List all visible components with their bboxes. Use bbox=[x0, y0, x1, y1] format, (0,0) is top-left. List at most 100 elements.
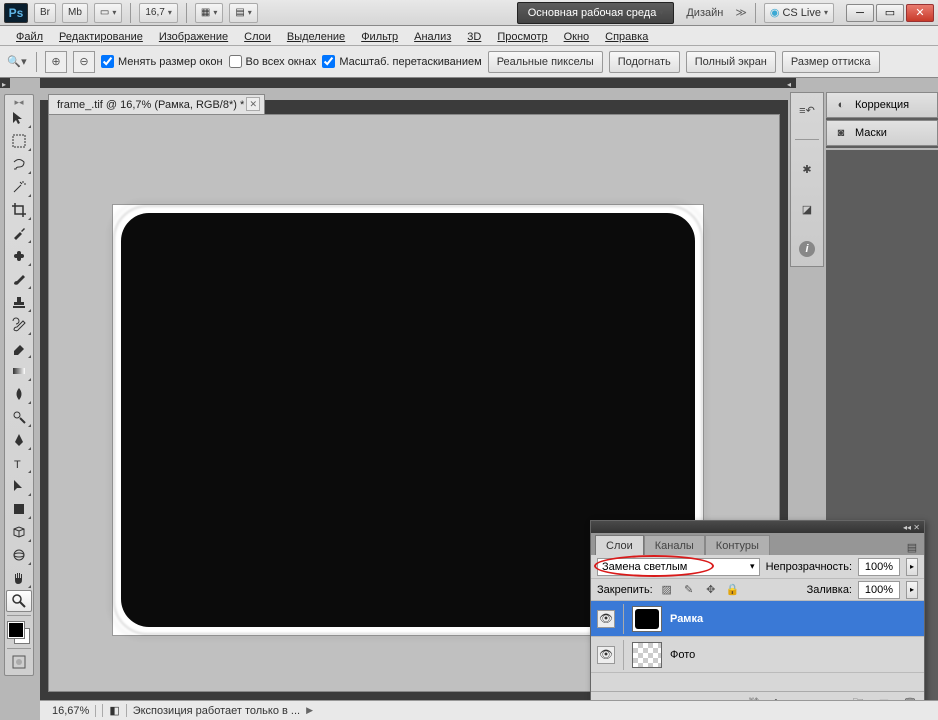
full-screen-button[interactable]: Полный экран bbox=[686, 51, 776, 73]
left-dock-collapse[interactable] bbox=[0, 78, 10, 88]
opacity-flyout[interactable]: ▸ bbox=[906, 558, 918, 576]
panel-masks[interactable]: ◙ Маски bbox=[826, 120, 938, 146]
heal-tool[interactable] bbox=[6, 245, 32, 267]
actual-pixels-button[interactable]: Реальные пикселы bbox=[488, 51, 603, 73]
menu-window[interactable]: Окно bbox=[556, 27, 598, 45]
layer-row-1[interactable]: 👁 Рамка bbox=[591, 601, 924, 637]
workspace-design[interactable]: Дизайн bbox=[680, 7, 729, 19]
right-dock-collapse[interactable] bbox=[786, 78, 796, 88]
tool-preset-icon[interactable]: 🔍▾ bbox=[6, 51, 28, 73]
extra-menu[interactable]: ▤ bbox=[229, 3, 257, 23]
minimize-button[interactable]: ─ bbox=[846, 4, 874, 22]
layer-row-2[interactable]: 👁 Фото bbox=[591, 637, 924, 673]
document-tab[interactable]: frame_.tif @ 16,7% (Рамка, RGB/8*) * ✕ bbox=[48, 94, 265, 114]
workspace-more-icon[interactable]: ≫ bbox=[735, 6, 747, 19]
hand-tool[interactable] bbox=[6, 567, 32, 589]
stamp-tool[interactable] bbox=[6, 291, 32, 313]
tab-channels[interactable]: Каналы bbox=[644, 535, 705, 555]
navigator-icon[interactable]: ✱ bbox=[796, 158, 818, 180]
shape-tool[interactable] bbox=[6, 498, 32, 520]
layer-visibility-icon[interactable]: 👁 bbox=[597, 646, 615, 664]
zoom-in-icon[interactable]: ⊕ bbox=[45, 51, 67, 73]
eyedropper-tool[interactable] bbox=[6, 222, 32, 244]
resize-windows-check[interactable]: Менять размер окон bbox=[101, 55, 223, 68]
tab-paths[interactable]: Контуры bbox=[705, 535, 770, 555]
lock-position-icon[interactable]: ✥ bbox=[703, 582, 719, 598]
app-logo: Ps bbox=[4, 3, 28, 23]
menu-image[interactable]: Изображение bbox=[151, 27, 236, 45]
bridge-button[interactable]: Br bbox=[34, 3, 56, 23]
brush-tool[interactable] bbox=[6, 268, 32, 290]
zoom-level-menu[interactable]: 16,7 bbox=[139, 3, 177, 23]
lasso-tool[interactable] bbox=[6, 153, 32, 175]
marquee-tool[interactable] bbox=[6, 130, 32, 152]
tab-layers[interactable]: Слои bbox=[595, 535, 644, 555]
fg-color-swatch[interactable] bbox=[8, 622, 24, 638]
zoom-out-icon[interactable]: ⊖ bbox=[73, 51, 95, 73]
print-size-button[interactable]: Размер оттиска bbox=[782, 51, 880, 73]
status-info: Экспозиция работает только в ... bbox=[133, 705, 300, 717]
workspace-primary[interactable]: Основная рабочая среда bbox=[517, 2, 675, 24]
panel-titlebar[interactable]: ◂◂ ✕ bbox=[591, 521, 924, 533]
cslive-button[interactable]: ◉CS Live bbox=[764, 3, 834, 23]
blend-mode-select[interactable]: Замена светлым bbox=[597, 558, 760, 576]
dodge-tool[interactable] bbox=[6, 406, 32, 428]
scrubby-zoom-check[interactable]: Масштаб. перетаскиванием bbox=[322, 55, 481, 68]
info-icon[interactable]: i bbox=[796, 238, 818, 260]
status-icon[interactable]: ◧ bbox=[102, 704, 126, 717]
crop-tool[interactable] bbox=[6, 199, 32, 221]
fill-flyout[interactable]: ▸ bbox=[906, 581, 918, 599]
screen-mode-menu[interactable]: ▭ bbox=[94, 3, 122, 23]
path-select-tool[interactable] bbox=[6, 475, 32, 497]
lock-pixels-icon[interactable]: ✎ bbox=[681, 582, 697, 598]
menu-analysis[interactable]: Анализ bbox=[406, 27, 459, 45]
menu-view[interactable]: Просмотр bbox=[489, 27, 555, 45]
move-tool[interactable] bbox=[6, 107, 32, 129]
pen-tool[interactable] bbox=[6, 429, 32, 451]
3d-camera-tool[interactable] bbox=[6, 544, 32, 566]
tab-close-icon[interactable]: ✕ bbox=[246, 97, 260, 111]
panel-tabs: Слои Каналы Контуры ▤ bbox=[591, 533, 924, 555]
menu-edit[interactable]: Редактирование bbox=[51, 27, 151, 45]
minibridge-button[interactable]: Mb bbox=[62, 3, 88, 23]
tools-grip[interactable]: ▸◂ bbox=[14, 97, 23, 107]
panel-adjustments[interactable]: ◐ Коррекция bbox=[826, 92, 938, 118]
history-icon[interactable]: ≡↶ bbox=[796, 99, 818, 121]
menu-help[interactable]: Справка bbox=[597, 27, 656, 45]
fill-input[interactable]: 100% bbox=[858, 581, 900, 599]
color-swatches[interactable] bbox=[6, 620, 32, 646]
histogram-icon[interactable]: ◪ bbox=[796, 198, 818, 220]
fit-screen-button[interactable]: Подогнать bbox=[609, 51, 680, 73]
menu-3d[interactable]: 3D bbox=[459, 27, 489, 45]
layer-name[interactable]: Рамка bbox=[670, 613, 703, 625]
close-button[interactable]: ✕ bbox=[906, 4, 934, 22]
3d-tool[interactable] bbox=[6, 521, 32, 543]
menu-select[interactable]: Выделение bbox=[279, 27, 353, 45]
status-menu-icon[interactable]: ▶ bbox=[306, 705, 313, 716]
blur-tool[interactable] bbox=[6, 383, 32, 405]
layer-visibility-icon[interactable]: 👁 bbox=[597, 610, 615, 628]
wand-tool[interactable] bbox=[6, 176, 32, 198]
layer-name[interactable]: Фото bbox=[670, 649, 695, 661]
opacity-input[interactable]: 100% bbox=[858, 558, 900, 576]
quickmask-toggle[interactable] bbox=[6, 651, 32, 673]
maximize-button[interactable]: ▭ bbox=[876, 4, 904, 22]
all-windows-check[interactable]: Во всех окнах bbox=[229, 55, 317, 68]
menu-layer[interactable]: Слои bbox=[236, 27, 279, 45]
lock-transparent-icon[interactable]: ▨ bbox=[659, 582, 675, 598]
type-tool[interactable]: T bbox=[6, 452, 32, 474]
menu-filter[interactable]: Фильтр bbox=[353, 27, 406, 45]
status-zoom[interactable]: 16,67% bbox=[46, 705, 96, 717]
layer-thumbnail[interactable] bbox=[632, 606, 662, 632]
lock-label: Закрепить: bbox=[597, 584, 653, 596]
layer-thumbnail[interactable] bbox=[632, 642, 662, 668]
menu-file[interactable]: Файл bbox=[8, 27, 51, 45]
eraser-tool[interactable] bbox=[6, 337, 32, 359]
zoom-tool[interactable] bbox=[6, 590, 32, 612]
lock-all-icon[interactable]: 🔒 bbox=[725, 582, 741, 598]
arrange-docs-menu[interactable]: ▦ bbox=[195, 3, 223, 23]
panel-menu-icon[interactable]: ▤ bbox=[904, 539, 920, 555]
history-brush-tool[interactable] bbox=[6, 314, 32, 336]
options-bar: 🔍▾ ⊕ ⊖ Менять размер окон Во всех окнах … bbox=[0, 46, 938, 78]
gradient-tool[interactable] bbox=[6, 360, 32, 382]
